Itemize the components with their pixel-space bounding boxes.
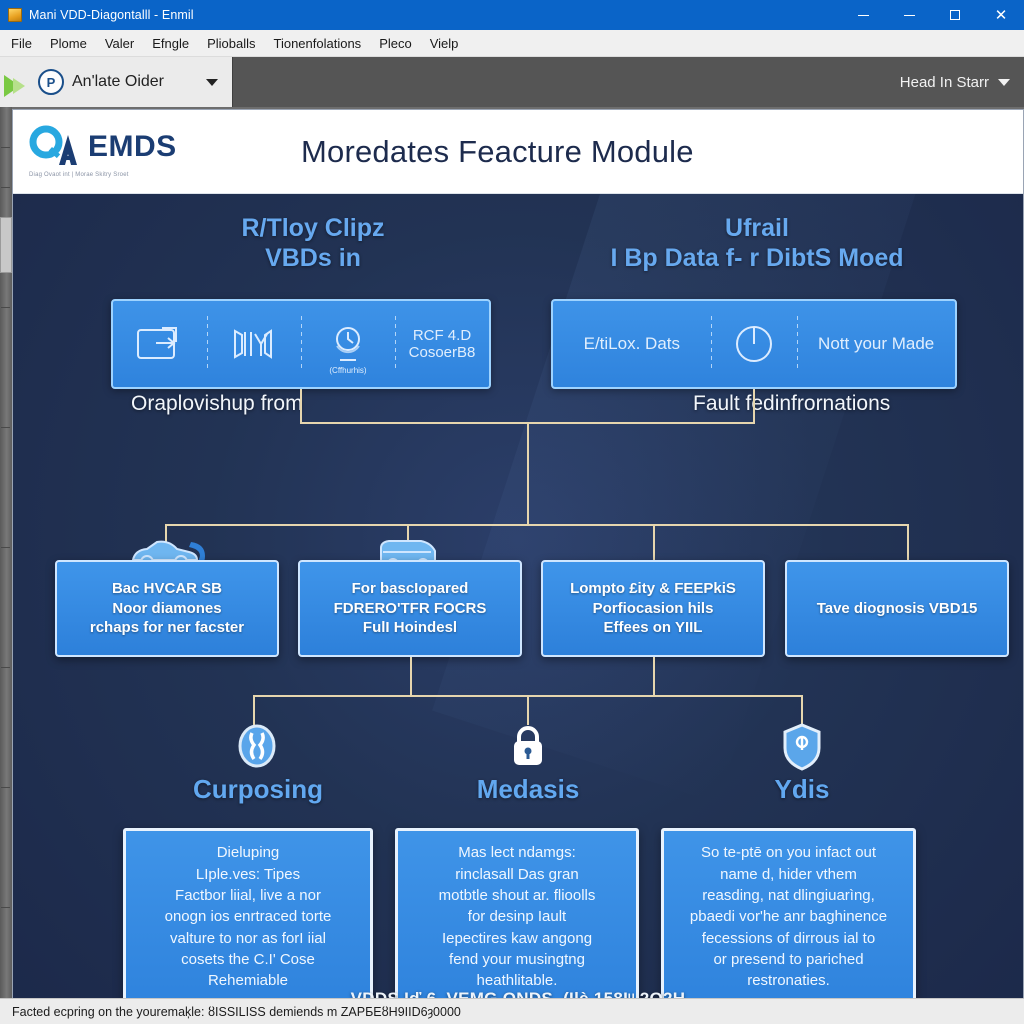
mid-box-1[interactable]: Bac HVCAR SB Noor diamones rchaps for ne… <box>55 560 279 657</box>
qa-logo-icon <box>29 125 81 169</box>
vertical-ruler <box>0 107 12 1017</box>
toolbar-dropdown-label: An'late Oider <box>72 73 164 90</box>
ribbon-cell-clock-label: (Cffhurhis) <box>329 365 367 375</box>
window-title: Mani VDD-Diagontalll - Enmil <box>29 8 194 22</box>
connector-drop-3 <box>653 524 655 560</box>
diagram-canvas: R/Tloy Clipz VBDs in Ufrail I Bp Data f-… <box>13 194 1023 1016</box>
connector-drop-4 <box>907 524 909 560</box>
p-circle-icon: P <box>38 69 64 95</box>
mid-box-1-label: Bac HVCAR SB Noor diamones rchaps for ne… <box>89 579 245 637</box>
ribbon-cell-power <box>710 301 798 387</box>
status-bar-text: Facted ecpring on the youremaķle: ȣISSIL… <box>12 1004 461 1019</box>
ribbon-cell-screen <box>113 301 207 387</box>
play-arrow-icon <box>4 71 30 97</box>
bellows-icon <box>234 329 272 359</box>
left-heading: R/Tloy Clipz VBDs in <box>241 214 385 272</box>
right-sublabel: Fault fedinfrornations <box>693 392 891 415</box>
ribbon-cell-version-label: RCF 4.D CosoerB8 <box>408 326 476 361</box>
shield-icon <box>781 722 823 777</box>
ribbon-cell-version: RCF 4.D CosoerB8 <box>395 301 489 387</box>
chevron-down-icon <box>206 78 218 86</box>
minimize-icon <box>857 14 869 16</box>
toolbar-right-dropdown[interactable]: Head In Starr <box>900 74 1010 91</box>
connector-trunk <box>527 422 529 524</box>
ribbon-cell-bellows <box>207 301 301 387</box>
close-icon: ✕ <box>994 6 1008 24</box>
page-title: Moredates Feacture Module <box>301 133 694 169</box>
document-area: EMDS Diag Ovaot int | Morae Skitry Sroet… <box>0 107 1024 1024</box>
brand-name: EMDS <box>88 130 177 163</box>
menu-item-vielp[interactable]: Vielp <box>421 33 468 54</box>
panel-2[interactable]: Mas lect ndamgs: rinclasall Das gran mot… <box>395 828 639 1006</box>
ribbon-cell-mode: Nott your Made <box>797 301 955 387</box>
menu-item-tionenfolations[interactable]: Tionenfolations <box>265 33 371 54</box>
mid-box-4-label: Tave diognosis VBD15 <box>816 599 978 617</box>
connector-bus-1 <box>165 524 907 526</box>
maximize-icon <box>950 10 960 20</box>
power-icon <box>735 326 772 362</box>
brand-block: EMDS Diag Ovaot int | Morae Skitry Sroet <box>13 125 283 178</box>
screen-arrow-icon <box>137 327 177 359</box>
qa-logo-svg <box>29 125 77 165</box>
connector-left-down <box>300 389 302 422</box>
restore-icon <box>903 14 915 16</box>
connector-sec-3 <box>801 695 803 725</box>
panel-3-text: So te-ptē on you infact out name d, hide… <box>689 844 888 990</box>
section-heading-3: Ydis <box>774 774 830 804</box>
mid-box-3-label: Lompto £ity & FEEPkiS Porfiocasion hils … <box>570 579 736 637</box>
bacteria-circle-icon <box>235 722 279 775</box>
status-bar: Facted ecpring on the youremaķle: ȣISSIL… <box>0 998 1024 1024</box>
right-ribbon[interactable]: E/tiLox. Dats Nott your Made <box>551 299 957 389</box>
left-ribbon[interactable]: (Cffhurhis) RCF 4.D CosoerB8 <box>111 299 491 389</box>
toolbar-mode-dropdown[interactable]: P An'late Oider <box>0 57 232 107</box>
toolbar-right-label: Head In Starr <box>899 73 989 91</box>
app-icon <box>8 8 22 22</box>
document-header: EMDS Diag Ovaot int | Morae Skitry Sroet… <box>13 110 1023 194</box>
menu-item-file[interactable]: File <box>2 33 41 54</box>
ribbon-cell-mode-label: Nott your Made <box>818 334 935 354</box>
light-streak <box>432 194 934 804</box>
ribbon-cell-data-label: E/tiLox. Dats <box>583 334 680 354</box>
panel-2-text: Mas lect ndamgs: rinclasall Das gran mot… <box>438 844 596 990</box>
lock-icon <box>507 722 549 775</box>
brand-subtext: Diag Ovaot int | Morae Skitry Sroet <box>29 172 129 178</box>
left-sublabel: Oraplovishup from <box>131 392 303 415</box>
connector-sec-2 <box>527 695 529 725</box>
minimize-button[interactable] <box>840 0 886 30</box>
ribbon-cell-clock: (Cffhurhis) <box>301 301 395 387</box>
window-controls: ✕ <box>840 0 1024 30</box>
vertical-scrollbar-thumb[interactable] <box>0 217 12 273</box>
panel-3[interactable]: So te-ptē on you infact out name d, hide… <box>661 828 916 1006</box>
panel-1[interactable]: Dieluping LIple.ves: Tipes Factbor liial… <box>123 828 373 1006</box>
menu-item-plome[interactable]: Plome <box>41 33 96 54</box>
menu-item-valer[interactable]: Valer <box>96 33 143 54</box>
connector-mid-out-2 <box>653 657 655 695</box>
section-heading-1: Curposing <box>193 774 323 804</box>
menu-bar: File Plome Valer Efngle Plioballs Tionen… <box>0 30 1024 57</box>
ribbon-cell-data: E/tiLox. Dats <box>553 301 711 387</box>
menu-item-plioballs[interactable]: Plioballs <box>198 33 264 54</box>
panel-1-text: Dieluping LIple.ves: Tipes Factbor liial… <box>164 844 332 990</box>
connector-mid-out-1 <box>410 657 412 695</box>
toolbar: P An'late Oider Head In Starr <box>0 57 1024 107</box>
mid-box-3[interactable]: Lompto £ity & FEEPkiS Porfiocasion hils … <box>541 560 765 657</box>
connector-sec-1 <box>253 695 255 725</box>
mid-box-2[interactable]: For bascIopared FDRERO'TFR FOCRS FulI Ho… <box>298 560 522 657</box>
chevron-down-icon-right <box>998 78 1010 86</box>
connector-right-down <box>753 389 755 422</box>
window-title-bar: Mani VDD-Diagontalll - Enmil ✕ <box>0 0 1024 30</box>
section-heading-2: Medasis <box>476 774 580 804</box>
menu-item-pleco[interactable]: Pleco <box>370 33 421 54</box>
right-heading: Ufrail I Bp Data f- r DibtS Moed <box>610 214 904 272</box>
menu-item-efngle[interactable]: Efngle <box>143 33 198 54</box>
restore-button[interactable] <box>886 0 932 30</box>
mid-box-4[interactable]: Tave diognosis VBD15 <box>785 560 1009 657</box>
clock-icon <box>336 327 360 361</box>
mid-box-2-label: For bascIopared FDRERO'TFR FOCRS FulI Ho… <box>333 579 487 637</box>
document-page: EMDS Diag Ovaot int | Morae Skitry Sroet… <box>12 109 1024 1017</box>
close-button[interactable]: ✕ <box>978 0 1024 30</box>
maximize-button[interactable] <box>932 0 978 30</box>
